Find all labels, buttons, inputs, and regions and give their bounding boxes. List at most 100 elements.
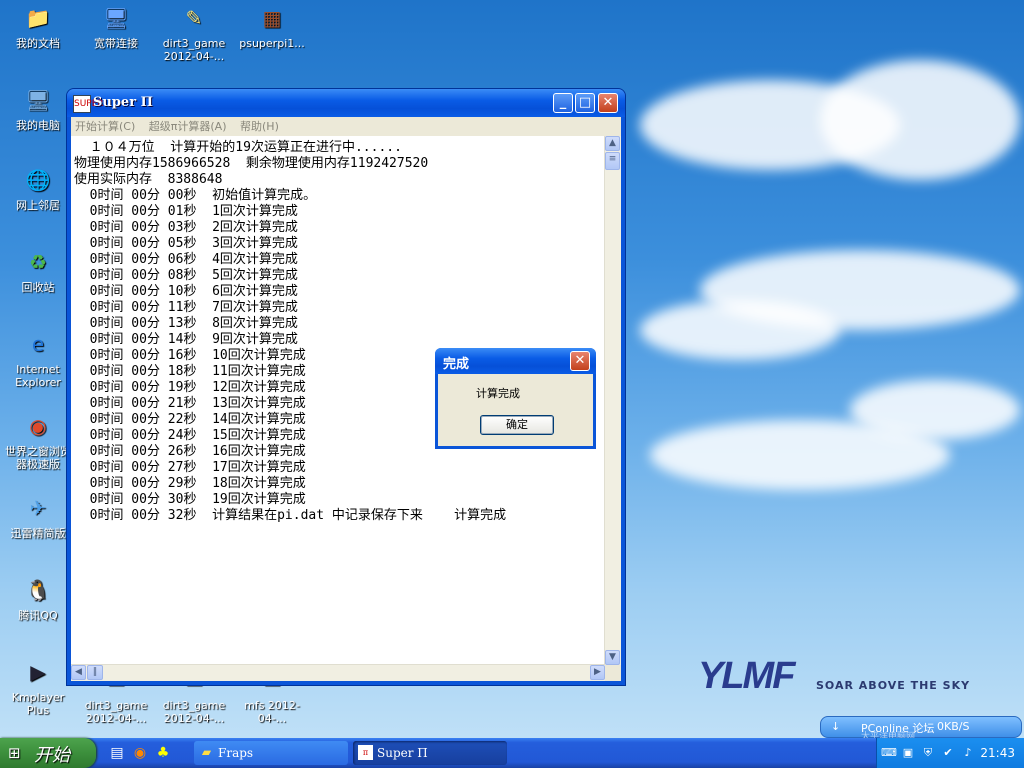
kmplayer-icon: ▶ [30, 659, 46, 684]
output-line: 0时间 00分 03秒 2回次计算完成 [74, 220, 298, 235]
horizontal-scrollbar[interactable]: ◀ ‖ ▶ [71, 664, 605, 681]
minimize-button[interactable]: _ [553, 93, 573, 113]
recycle-bin-icon: ♻ [29, 249, 47, 274]
dialog-title: 完成 [443, 357, 470, 372]
start-label: 开始 [34, 745, 70, 766]
xunlei-icon: ✈ [29, 495, 47, 520]
scroll-thumb[interactable]: ≡ [605, 152, 620, 170]
my-computer-icon: 🖥 [25, 87, 51, 112]
desktop-icon-theworld-browser[interactable]: ◉ 世界之窗浏览器极速版 [0, 410, 76, 472]
desktop-icon-recycle-bin[interactable]: ♻ 回收站 [0, 246, 76, 295]
hscroll-thumb[interactable]: ‖ [87, 665, 103, 680]
superpi-app-icon: SUPER [73, 95, 104, 113]
windows-flag-icon: ⊞ [8, 744, 21, 762]
desktop-icon-label: dirt3_game 2012-04-... [162, 699, 226, 725]
desktop-icon-psuperpi[interactable]: ▦ psuperpi1... [234, 2, 310, 51]
desktop-icon-label: 迅雷精简版 [10, 527, 66, 540]
scroll-down-icon[interactable]: ▼ [605, 650, 620, 665]
scroll-up-icon[interactable]: ▲ [605, 136, 620, 151]
menubar: 开始计算(C) 超级π计算器(A) 帮助(H) [71, 117, 621, 136]
output-line: 0时间 00分 06秒 4回次计算完成 [74, 252, 298, 267]
internet-explorer-icon: e [31, 331, 45, 356]
start-button[interactable]: ⊞ 开始 [0, 738, 96, 768]
output-line: 物理使用内存1586966528 剩余物理使用内存1192427520 [74, 156, 429, 171]
taskbar: ⊞ 开始 ▤ ◉ ♣ ▰ Fraps π Super Π ⌨ ▣ ⛨ ✔ ♪ 2… [0, 738, 1024, 768]
desktop-icon-label: dirt3_game 2012-04-... [84, 699, 148, 725]
desktop-icon-label: mfs 2012-04-... [244, 699, 300, 725]
output-line: 0时间 00分 29秒 18回次计算完成 [74, 476, 306, 491]
output-line: 0时间 00分 08秒 5回次计算完成 [74, 268, 298, 283]
antivirus-icon[interactable]: ✔ [941, 746, 955, 760]
desktop-icon-internet-explorer[interactable]: e Internet Explorer [0, 328, 76, 390]
clock[interactable]: 21:43 [980, 746, 1015, 760]
desktop-icon-broadband[interactable]: 🖥 宽带连接 [78, 2, 154, 51]
tencent-qq-icon: 🐧 [25, 577, 51, 602]
desktop-icon-tencent-qq[interactable]: 🐧 腾讯QQ [0, 574, 76, 623]
desktop-icon-label: 回收站 [21, 281, 55, 294]
menu-superpi-calculator[interactable]: 超级π计算器(A) [149, 117, 227, 136]
desktop-icon-label: 我的电脑 [16, 119, 60, 132]
menu-help[interactable]: 帮助(H) [240, 117, 279, 136]
desktop-icon-network[interactable]: 🌐 网上邻居 [0, 164, 76, 213]
output-line: 0时间 00分 27秒 17回次计算完成 [74, 460, 306, 475]
output-line: 0时间 00分 30秒 19回次计算完成 [74, 492, 306, 507]
output-line: １０４万位 计算开始的19次运算正在进行中...... [74, 140, 402, 155]
output-line: 0时间 00分 13秒 8回次计算完成 [74, 316, 298, 331]
system-tray: ⌨ ▣ ⛨ ✔ ♪ 21:43 [876, 738, 1024, 768]
folder-icon: ▰ [201, 745, 212, 759]
dialog-titlebar[interactable]: 完成 ✕ [435, 348, 596, 374]
window-title: Super Π [93, 95, 153, 110]
desktop-icon-label: 宽带连接 [94, 37, 138, 50]
close-button[interactable]: ✕ [598, 93, 618, 113]
dialog-body: 计算完成 确定 [438, 374, 593, 446]
dialog-close-button[interactable]: ✕ [570, 351, 590, 371]
complete-dialog[interactable]: 完成 ✕ 计算完成 确定 [435, 348, 596, 449]
qq-quicklaunch-icon[interactable]: ♣ [154, 744, 172, 762]
volume-icon[interactable]: ♪ [961, 746, 975, 760]
network-icon[interactable]: ▣ [901, 746, 915, 760]
show-desktop-icon[interactable]: ▤ [108, 744, 126, 762]
download-arrow-icon: ↓ [831, 720, 841, 733]
menu-start-calc[interactable]: 开始计算(C) [75, 117, 135, 136]
netbar-speed: 0KB/S [937, 720, 970, 733]
security-shield-icon[interactable]: ⛨ [921, 746, 935, 760]
broadband-icon: 🖥 [103, 5, 129, 30]
desktop-icon-label: 腾讯QQ [18, 609, 58, 622]
network-icon: 🌐 [25, 167, 51, 192]
ylmf-logo: YLMF SOAR ABOVE THE SKY [698, 655, 971, 697]
scroll-left-icon[interactable]: ◀ [71, 665, 86, 680]
taskbar-item-fraps[interactable]: ▰ Fraps [194, 741, 348, 765]
output-line: 0时间 00分 00秒 初始值计算完成。 [74, 188, 317, 203]
ok-button[interactable]: 确定 [480, 415, 554, 435]
superpi-task-icon: π [358, 745, 373, 760]
output-line: 0时间 00分 01秒 1回次计算完成 [74, 204, 298, 219]
output-line: 0时间 00分 11秒 7回次计算完成 [74, 300, 298, 315]
taskbar-item-superpi[interactable]: π Super Π [353, 741, 507, 765]
output-line: 0时间 00分 05秒 3回次计算完成 [74, 236, 298, 251]
output-line: 0时间 00分 10秒 6回次计算完成 [74, 284, 298, 299]
desktop-icon-my-documents[interactable]: 📁 我的文档 [0, 2, 76, 51]
desktop-icon-label: dirt3_game 2012-04-... [162, 37, 226, 63]
output-line: 使用实际内存 8388648 [74, 172, 223, 187]
keyboard-icon[interactable]: ⌨ [881, 746, 897, 760]
desktop-icon-label: psuperpi1... [239, 37, 305, 50]
vertical-scrollbar[interactable]: ▲ ≡ ▼ [604, 136, 621, 665]
output-line: 0时间 00分 14秒 9回次计算完成 [74, 332, 298, 347]
dialog-message: 计算完成 [476, 387, 520, 400]
desktop-icon-kmplayer[interactable]: ▶ Kmplayer Plus [0, 656, 76, 718]
desktop-icon-my-computer[interactable]: 🖥 我的电脑 [0, 84, 76, 133]
maximize-button[interactable]: □ [575, 93, 595, 113]
my-documents-icon: 📁 [25, 5, 51, 30]
window-titlebar[interactable]: SUPER Super Π _ □ ✕ [67, 89, 625, 117]
network-speed-bar: ↓ PConline 论坛 0KB/S 太平洋电脑网 [820, 716, 1022, 738]
task-label-superpi: Super Π [377, 746, 428, 760]
desktop-icon-label: Internet Explorer [15, 363, 61, 389]
desktop-icon-dirt3-game-1[interactable]: ✎ dirt3_game 2012-04-... [156, 2, 232, 64]
netbar-sub: 太平洋电脑网 [861, 732, 916, 738]
task-label-fraps: Fraps [218, 746, 254, 760]
desktop-icon-xunlei[interactable]: ✈ 迅雷精简版 [0, 492, 76, 541]
theworld-browser-icon: ◉ [29, 413, 47, 438]
scroll-right-icon[interactable]: ▶ [590, 665, 605, 680]
browser-quicklaunch-icon[interactable]: ◉ [131, 744, 149, 762]
dirt3-game-1-icon: ✎ [185, 5, 203, 30]
